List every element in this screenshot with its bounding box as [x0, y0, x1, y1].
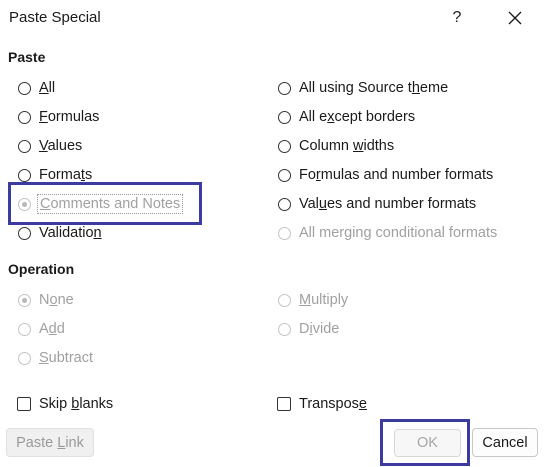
- radio-none[interactable]: None: [18, 290, 74, 310]
- radio-values[interactable]: Values: [18, 136, 82, 156]
- close-icon: [508, 11, 522, 25]
- radio-button[interactable]: [18, 322, 31, 336]
- option-label: Column widths: [299, 138, 395, 154]
- help-icon: ?: [452, 9, 462, 26]
- option-label: All except borders: [299, 109, 416, 125]
- radio-all-using-source-theme[interactable]: All using Source theme: [278, 78, 448, 98]
- radio-subtract[interactable]: Subtract: [18, 348, 93, 368]
- radio-formulas[interactable]: Formulas: [18, 107, 99, 127]
- radio-column-widths[interactable]: Column widths: [278, 136, 394, 156]
- radio-all[interactable]: All: [18, 78, 55, 98]
- option-label: Formats: [39, 167, 93, 183]
- radio-button[interactable]: [278, 110, 291, 124]
- highlight-box-ok: [380, 419, 470, 466]
- title-bar: Paste Special ?: [0, 0, 548, 36]
- radio-button[interactable]: [18, 351, 31, 365]
- dialog-title: Paste Special: [9, 9, 101, 26]
- radio-button[interactable]: [278, 226, 291, 240]
- checkbox-skip-blanks[interactable]: Skip blanks: [17, 394, 113, 414]
- paste-special-dialog: Paste Special ? Paste All Formulas Value…: [0, 0, 548, 467]
- radio-divide[interactable]: Divide: [278, 319, 339, 339]
- radio-button[interactable]: [18, 293, 31, 307]
- help-button[interactable]: ?: [443, 5, 471, 31]
- paste-link-button[interactable]: Paste Link: [6, 428, 94, 457]
- option-label: Formulas and number formats: [299, 167, 494, 183]
- radio-button[interactable]: [18, 139, 31, 153]
- checkbox[interactable]: [17, 397, 31, 411]
- option-label: None: [39, 292, 74, 308]
- radio-all-except-borders[interactable]: All except borders: [278, 107, 415, 127]
- option-label: Multiply: [299, 292, 349, 308]
- radio-button[interactable]: [18, 168, 31, 182]
- cancel-button[interactable]: Cancel: [472, 428, 538, 457]
- radio-button[interactable]: [18, 110, 31, 124]
- radio-button[interactable]: [18, 226, 31, 240]
- option-label: Add: [39, 321, 65, 337]
- radio-button[interactable]: [18, 81, 31, 95]
- radio-button[interactable]: [278, 293, 291, 307]
- radio-add[interactable]: Add: [18, 319, 65, 339]
- radio-button[interactable]: [278, 139, 291, 153]
- close-button[interactable]: [501, 5, 529, 31]
- option-label: Values: [39, 138, 83, 154]
- radio-multiply[interactable]: Multiply: [278, 290, 348, 310]
- highlight-box-comments-and-notes: [8, 182, 202, 225]
- radio-button[interactable]: [278, 168, 291, 182]
- paste-heading: Paste: [8, 49, 46, 65]
- option-label: Transpose: [299, 396, 367, 412]
- option-label: Validation: [39, 225, 102, 241]
- radio-formulas-and-number-formats[interactable]: Formulas and number formats: [278, 165, 493, 185]
- option-label: Divide: [299, 321, 340, 337]
- radio-all-merging-conditional-formats[interactable]: All merging conditional formats: [278, 223, 497, 243]
- radio-values-and-number-formats[interactable]: Values and number formats: [278, 194, 476, 214]
- radio-validation[interactable]: Validation: [18, 223, 102, 243]
- radio-button[interactable]: [278, 81, 291, 95]
- operation-heading: Operation: [8, 261, 75, 277]
- option-label: All merging conditional formats: [299, 225, 498, 241]
- radio-button[interactable]: [278, 322, 291, 336]
- option-label: Formulas: [39, 109, 100, 125]
- checkbox-transpose[interactable]: Transpose: [277, 394, 367, 414]
- button-label: Paste Link: [16, 434, 84, 451]
- option-label: Values and number formats: [299, 196, 477, 212]
- option-label: Skip blanks: [39, 396, 114, 412]
- option-label: All: [39, 80, 56, 96]
- radio-button[interactable]: [278, 197, 291, 211]
- checkbox[interactable]: [277, 397, 291, 411]
- option-label: Subtract: [39, 350, 94, 366]
- option-label: All using Source theme: [299, 80, 449, 96]
